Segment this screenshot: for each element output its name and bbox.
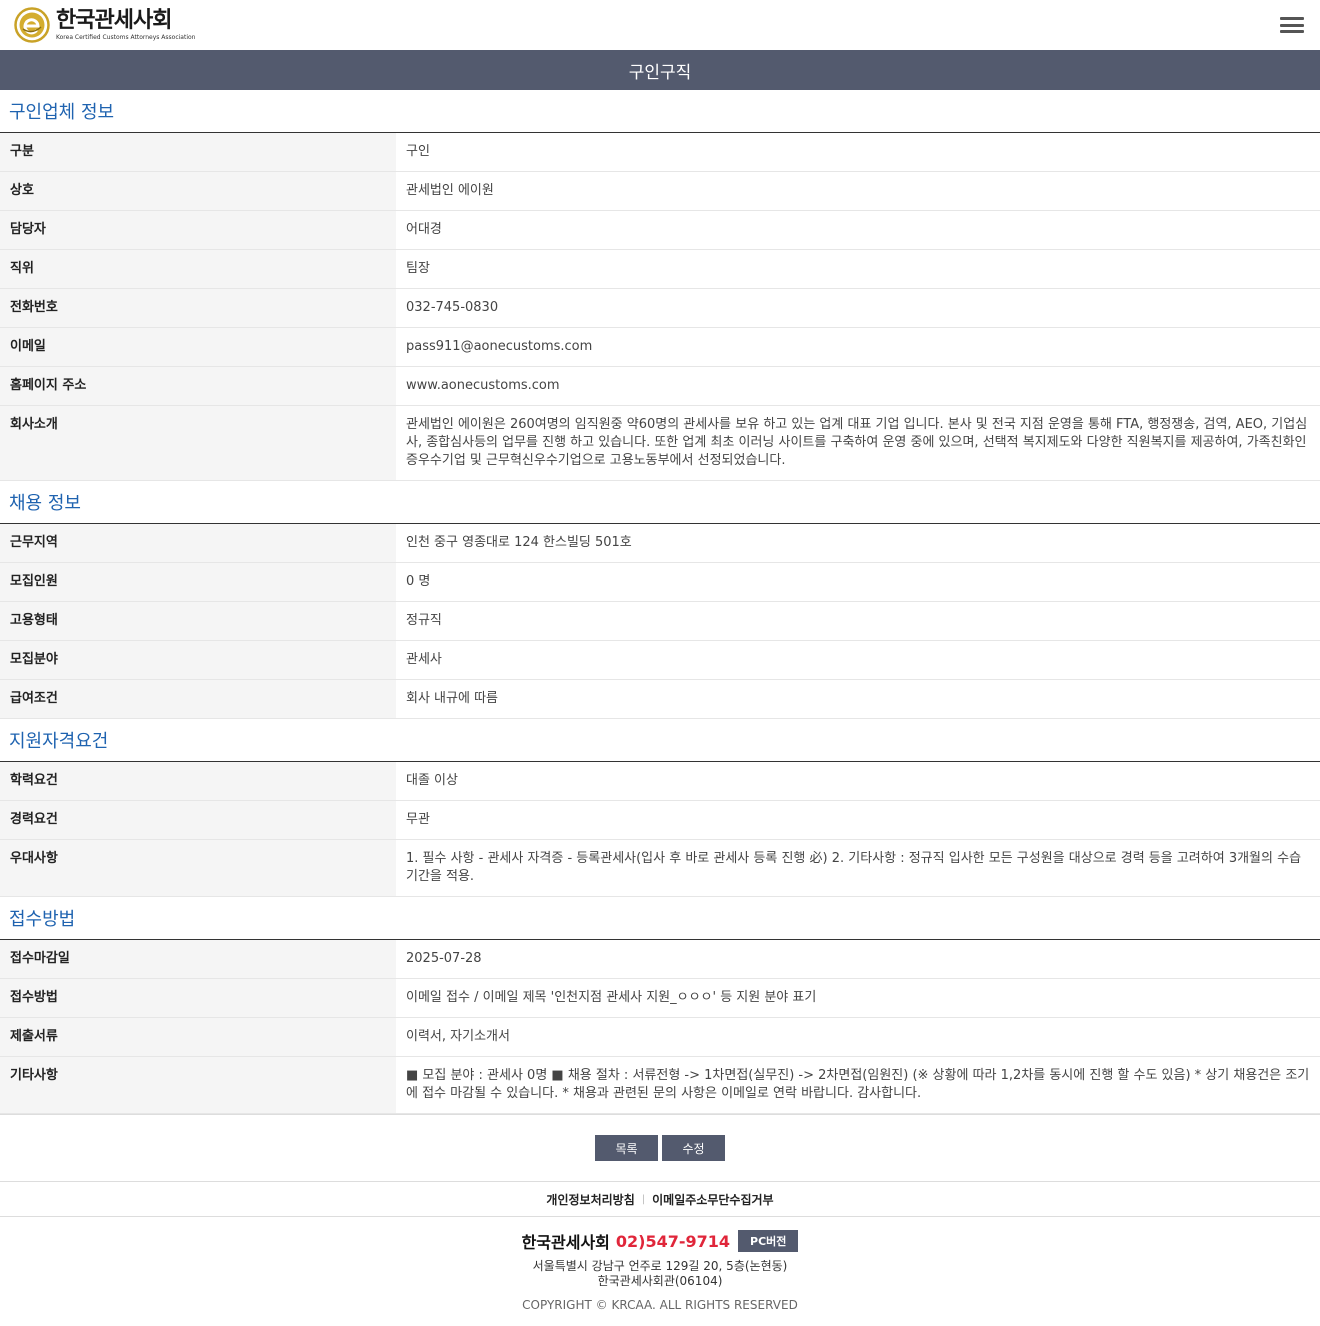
edit-button[interactable]: 수정 xyxy=(662,1135,725,1161)
list-button[interactable]: 목록 xyxy=(595,1135,658,1161)
job-posting-detail: 구인업체 정보 구분 구인상호 관세법인 에이원담당자 어대경직위 팀장전화번호 032-7… xyxy=(0,90,1320,1114)
logo-english-text: Korea Certified Customs Attorneys Associ… xyxy=(56,33,196,41)
info-row: 고용형태 정규직 xyxy=(0,602,1320,641)
info-row: 담당자 어대경 xyxy=(0,211,1320,250)
info-row: 홈페이지 주소 www.aonecustoms.com xyxy=(0,367,1320,406)
footer-info: 한국관세사회 02)547-9714 PC버전 서울특별시 강남구 언주로 12… xyxy=(0,1217,1320,1326)
row-value: 팀장 xyxy=(406,261,430,276)
footer-links: 개인정보처리방침 | 이메일주소무단수집거부 xyxy=(0,1181,1320,1217)
email-refusal-link[interactable]: 이메일주소무단수집거부 xyxy=(652,1191,773,1208)
info-row: 제출서류 이력서, 자기소개서 xyxy=(0,1018,1320,1057)
row-value: 구인 xyxy=(406,144,430,159)
footer-phone[interactable]: 02)547-9714 xyxy=(616,1232,730,1251)
section-title: 접수방법 xyxy=(0,897,1320,940)
row-value: 2025-07-28 xyxy=(406,951,482,966)
action-buttons: 목록 수정 xyxy=(0,1114,1320,1181)
page-title: 구인구직 xyxy=(0,50,1320,90)
row-label: 전화번호 xyxy=(0,289,396,327)
row-value: 무관 xyxy=(406,812,430,827)
row-value: www.aonecustoms.com xyxy=(406,378,560,393)
footer-copyright: COPYRIGHT © KRCAA. ALL RIGHTS RESERVED xyxy=(522,1298,798,1312)
row-label: 구분 xyxy=(0,133,396,171)
row-value: 032-745-0830 xyxy=(406,300,499,315)
info-row: 구분 구인 xyxy=(0,133,1320,172)
footer-address-line2: 한국관세사회관(06104) xyxy=(597,1274,723,1288)
footer-org-name: 한국관세사회 xyxy=(521,1233,610,1252)
logo-korean-text: 한국관세사회 xyxy=(56,7,172,33)
info-row: 모집분야 관세사 xyxy=(0,641,1320,680)
info-row: 직위 팀장 xyxy=(0,250,1320,289)
info-row: 모집인원 0 명 xyxy=(0,563,1320,602)
row-value: 인천 중구 영종대로 124 한스빌딩 501호 xyxy=(406,535,632,550)
row-value: ■ 모집 분야 : 관세사 0명 ■ 채용 절차 : 서류전형 -> 1차면접(… xyxy=(406,1068,1310,1101)
info-row: 접수방법 이메일 접수 / 이메일 제목 '인천지점 관세사 지원_ㅇㅇㅇ' 등 … xyxy=(0,979,1320,1018)
row-label: 근무지역 xyxy=(0,524,396,562)
pc-version-button[interactable]: PC버전 xyxy=(738,1230,799,1252)
footer-link-divider: | xyxy=(641,1193,646,1205)
info-row: 우대사항 1. 필수 사항 - 관세사 자격증 - 등록관세사(입사 후 바로 관… xyxy=(0,840,1320,897)
site-header: 한국관세사회 Korea Certified Customs Attorneys… xyxy=(0,0,1320,50)
row-label: 경력요건 xyxy=(0,801,396,839)
row-label: 담당자 xyxy=(0,211,396,249)
row-value: 관세법인 에이원은 260여명의 임직원중 약60명의 관세사를 보유 하고 있… xyxy=(406,417,1308,468)
info-row: 접수마감일 2025-07-28 xyxy=(0,940,1320,979)
krcaa-logo-icon xyxy=(14,7,50,43)
privacy-policy-link[interactable]: 개인정보처리방침 xyxy=(546,1191,634,1208)
row-label: 급여조건 xyxy=(0,680,396,718)
row-value: 정규직 xyxy=(406,613,442,628)
section-title: 지원자격요건 xyxy=(0,719,1320,762)
row-label: 우대사항 xyxy=(0,840,396,896)
row-label: 학력요건 xyxy=(0,762,396,800)
row-label: 모집분야 xyxy=(0,641,396,679)
row-label: 직위 xyxy=(0,250,396,288)
info-row: 상호 관세법인 에이원 xyxy=(0,172,1320,211)
row-label: 제출서류 xyxy=(0,1018,396,1056)
row-value: 이메일 접수 / 이메일 제목 '인천지점 관세사 지원_ㅇㅇㅇ' 등 지원 분… xyxy=(406,990,817,1005)
info-row: 급여조건 회사 내규에 따름 xyxy=(0,680,1320,719)
footer-address-line1: 서울특별시 강남구 언주로 129길 20, 5층(논현동) xyxy=(532,1259,788,1273)
section-title: 채용 정보 xyxy=(0,481,1320,524)
row-value: 1. 필수 사항 - 관세사 자격증 - 등록관세사(입사 후 바로 관세사 등… xyxy=(406,851,1302,884)
row-label: 회사소개 xyxy=(0,406,396,480)
row-value: 관세법인 에이원 xyxy=(406,183,494,198)
row-value: 대졸 이상 xyxy=(406,773,458,788)
row-value: 회사 내규에 따름 xyxy=(406,691,498,706)
row-value: 어대경 xyxy=(406,222,442,237)
row-label: 접수마감일 xyxy=(0,940,396,978)
info-row: 전화번호 032-745-0830 xyxy=(0,289,1320,328)
footer-address: 서울특별시 강남구 언주로 129길 20, 5층(논현동) 한국관세사회관(0… xyxy=(0,1259,1320,1289)
row-value: 관세사 xyxy=(406,652,442,667)
info-row: 기타사항 ■ 모집 분야 : 관세사 0명 ■ 채용 절차 : 서류전형 -> 1… xyxy=(0,1057,1320,1114)
row-label: 고용형태 xyxy=(0,602,396,640)
row-label: 홈페이지 주소 xyxy=(0,367,396,405)
row-label: 기타사항 xyxy=(0,1057,396,1113)
info-row: 근무지역 인천 중구 영종대로 124 한스빌딩 501호 xyxy=(0,524,1320,563)
info-row: 경력요건 무관 xyxy=(0,801,1320,840)
row-value: pass911@aonecustoms.com xyxy=(406,339,593,354)
row-value: 0 명 xyxy=(406,574,431,589)
row-label: 상호 xyxy=(0,172,396,210)
hamburger-menu-icon[interactable] xyxy=(1280,15,1304,35)
row-value: 이력서, 자기소개서 xyxy=(406,1029,510,1044)
row-label: 이메일 xyxy=(0,328,396,366)
info-row: 회사소개 관세법인 에이원은 260여명의 임직원중 약60명의 관세사를 보유 … xyxy=(0,406,1320,481)
site-logo[interactable]: 한국관세사회 Korea Certified Customs Attorneys… xyxy=(14,7,195,43)
row-label: 모집인원 xyxy=(0,563,396,601)
info-row: 학력요건 대졸 이상 xyxy=(0,762,1320,801)
row-label: 접수방법 xyxy=(0,979,396,1017)
info-row: 이메일 pass911@aonecustoms.com xyxy=(0,328,1320,367)
section-title: 구인업체 정보 xyxy=(0,90,1320,133)
